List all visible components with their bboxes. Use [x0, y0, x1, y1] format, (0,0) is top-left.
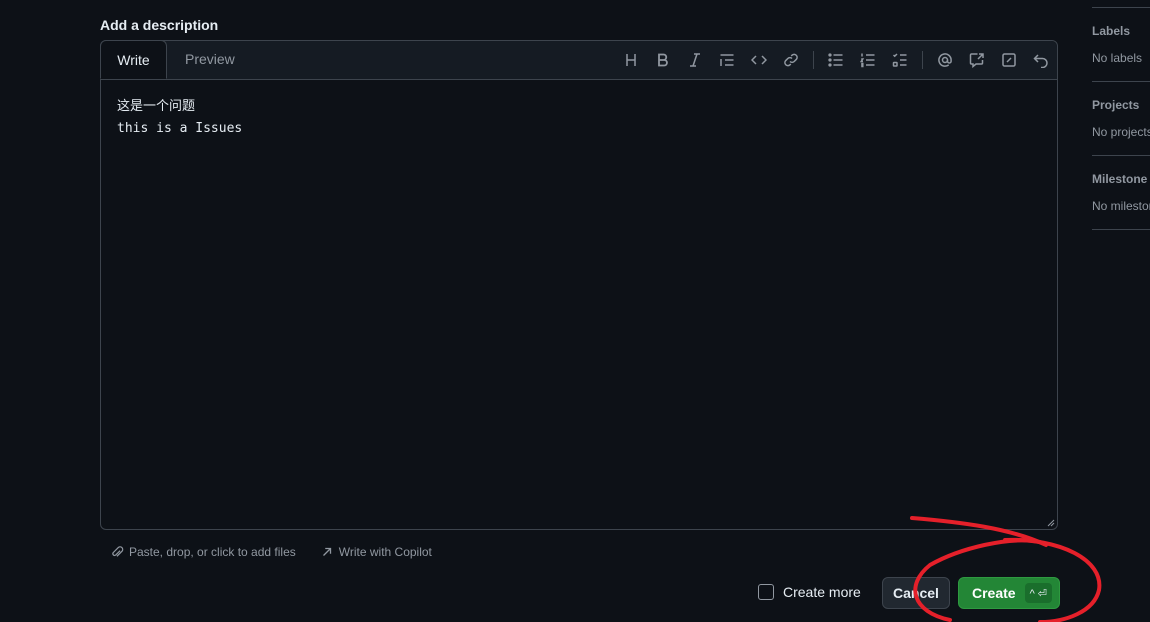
copilot-label: Write with Copilot [338, 545, 432, 559]
paperclip-icon [112, 546, 124, 557]
code-icon[interactable] [743, 46, 775, 74]
create-button[interactable]: Create ^ ⏎ [958, 577, 1060, 609]
sidebar-labels-title[interactable]: Labels [1092, 24, 1130, 38]
mention-icon[interactable] [929, 46, 961, 74]
arrow-up-right-icon [322, 547, 331, 556]
cross-reference-icon[interactable] [961, 46, 993, 74]
bold-icon[interactable] [647, 46, 679, 74]
quote-icon[interactable] [711, 46, 743, 74]
heading-icon[interactable] [615, 46, 647, 74]
sidebar-divider [1092, 229, 1150, 230]
task-list-icon[interactable] [884, 46, 916, 74]
saved-replies-icon[interactable] [993, 46, 1025, 74]
sidebar-labels-value: No labels [1092, 51, 1143, 65]
attach-files-label: Paste, drop, or click to add files [129, 545, 296, 559]
description-textarea[interactable]: 这是一个问题 this is a Issues [117, 96, 1041, 140]
sidebar-projects-value: No projects [1092, 125, 1150, 139]
issue-sidebar: Labels No labels Projects No projects Mi… [1092, 0, 1150, 230]
copilot-link[interactable]: Write with Copilot [320, 545, 432, 559]
create-more-option: Create more [758, 584, 861, 600]
editor-header: Write Preview [100, 40, 1057, 80]
unordered-list-icon[interactable] [820, 46, 852, 74]
text-line: this is a Issues [117, 121, 243, 136]
markdown-toolbar [615, 41, 1057, 79]
toolbar-divider [922, 51, 923, 69]
attach-files-link[interactable]: Paste, drop, or click to add files [110, 545, 296, 559]
undo-icon[interactable] [1025, 46, 1057, 74]
sidebar-milestone-title[interactable]: Milestone [1092, 172, 1147, 186]
create-more-checkbox[interactable] [758, 584, 774, 600]
toolbar-divider [813, 51, 814, 69]
tab-preview[interactable]: Preview [185, 40, 235, 79]
sidebar-divider [1092, 81, 1150, 82]
description-editor: Write Preview 这是一个问题 this is a Issues [100, 40, 1058, 530]
cancel-button[interactable]: Cancel [882, 577, 950, 609]
tab-write[interactable]: Write [100, 40, 167, 79]
create-button-label: Create [972, 585, 1016, 601]
ordered-list-icon[interactable] [852, 46, 884, 74]
editor-footer: Paste, drop, or click to add files Write… [110, 545, 456, 559]
text-line: 这是一个问题 [117, 99, 196, 114]
link-icon[interactable] [775, 46, 807, 74]
italic-icon[interactable] [679, 46, 711, 74]
sidebar-milestone-value: No milestone [1092, 199, 1150, 213]
description-heading: Add a description [100, 17, 219, 33]
keyboard-shortcut-hint: ^ ⏎ [1024, 583, 1053, 603]
sidebar-divider [1092, 155, 1150, 156]
create-more-label[interactable]: Create more [783, 584, 861, 600]
resize-handle-icon[interactable] [1047, 519, 1055, 527]
sidebar-divider [1092, 7, 1150, 8]
sidebar-projects-title[interactable]: Projects [1092, 98, 1139, 112]
